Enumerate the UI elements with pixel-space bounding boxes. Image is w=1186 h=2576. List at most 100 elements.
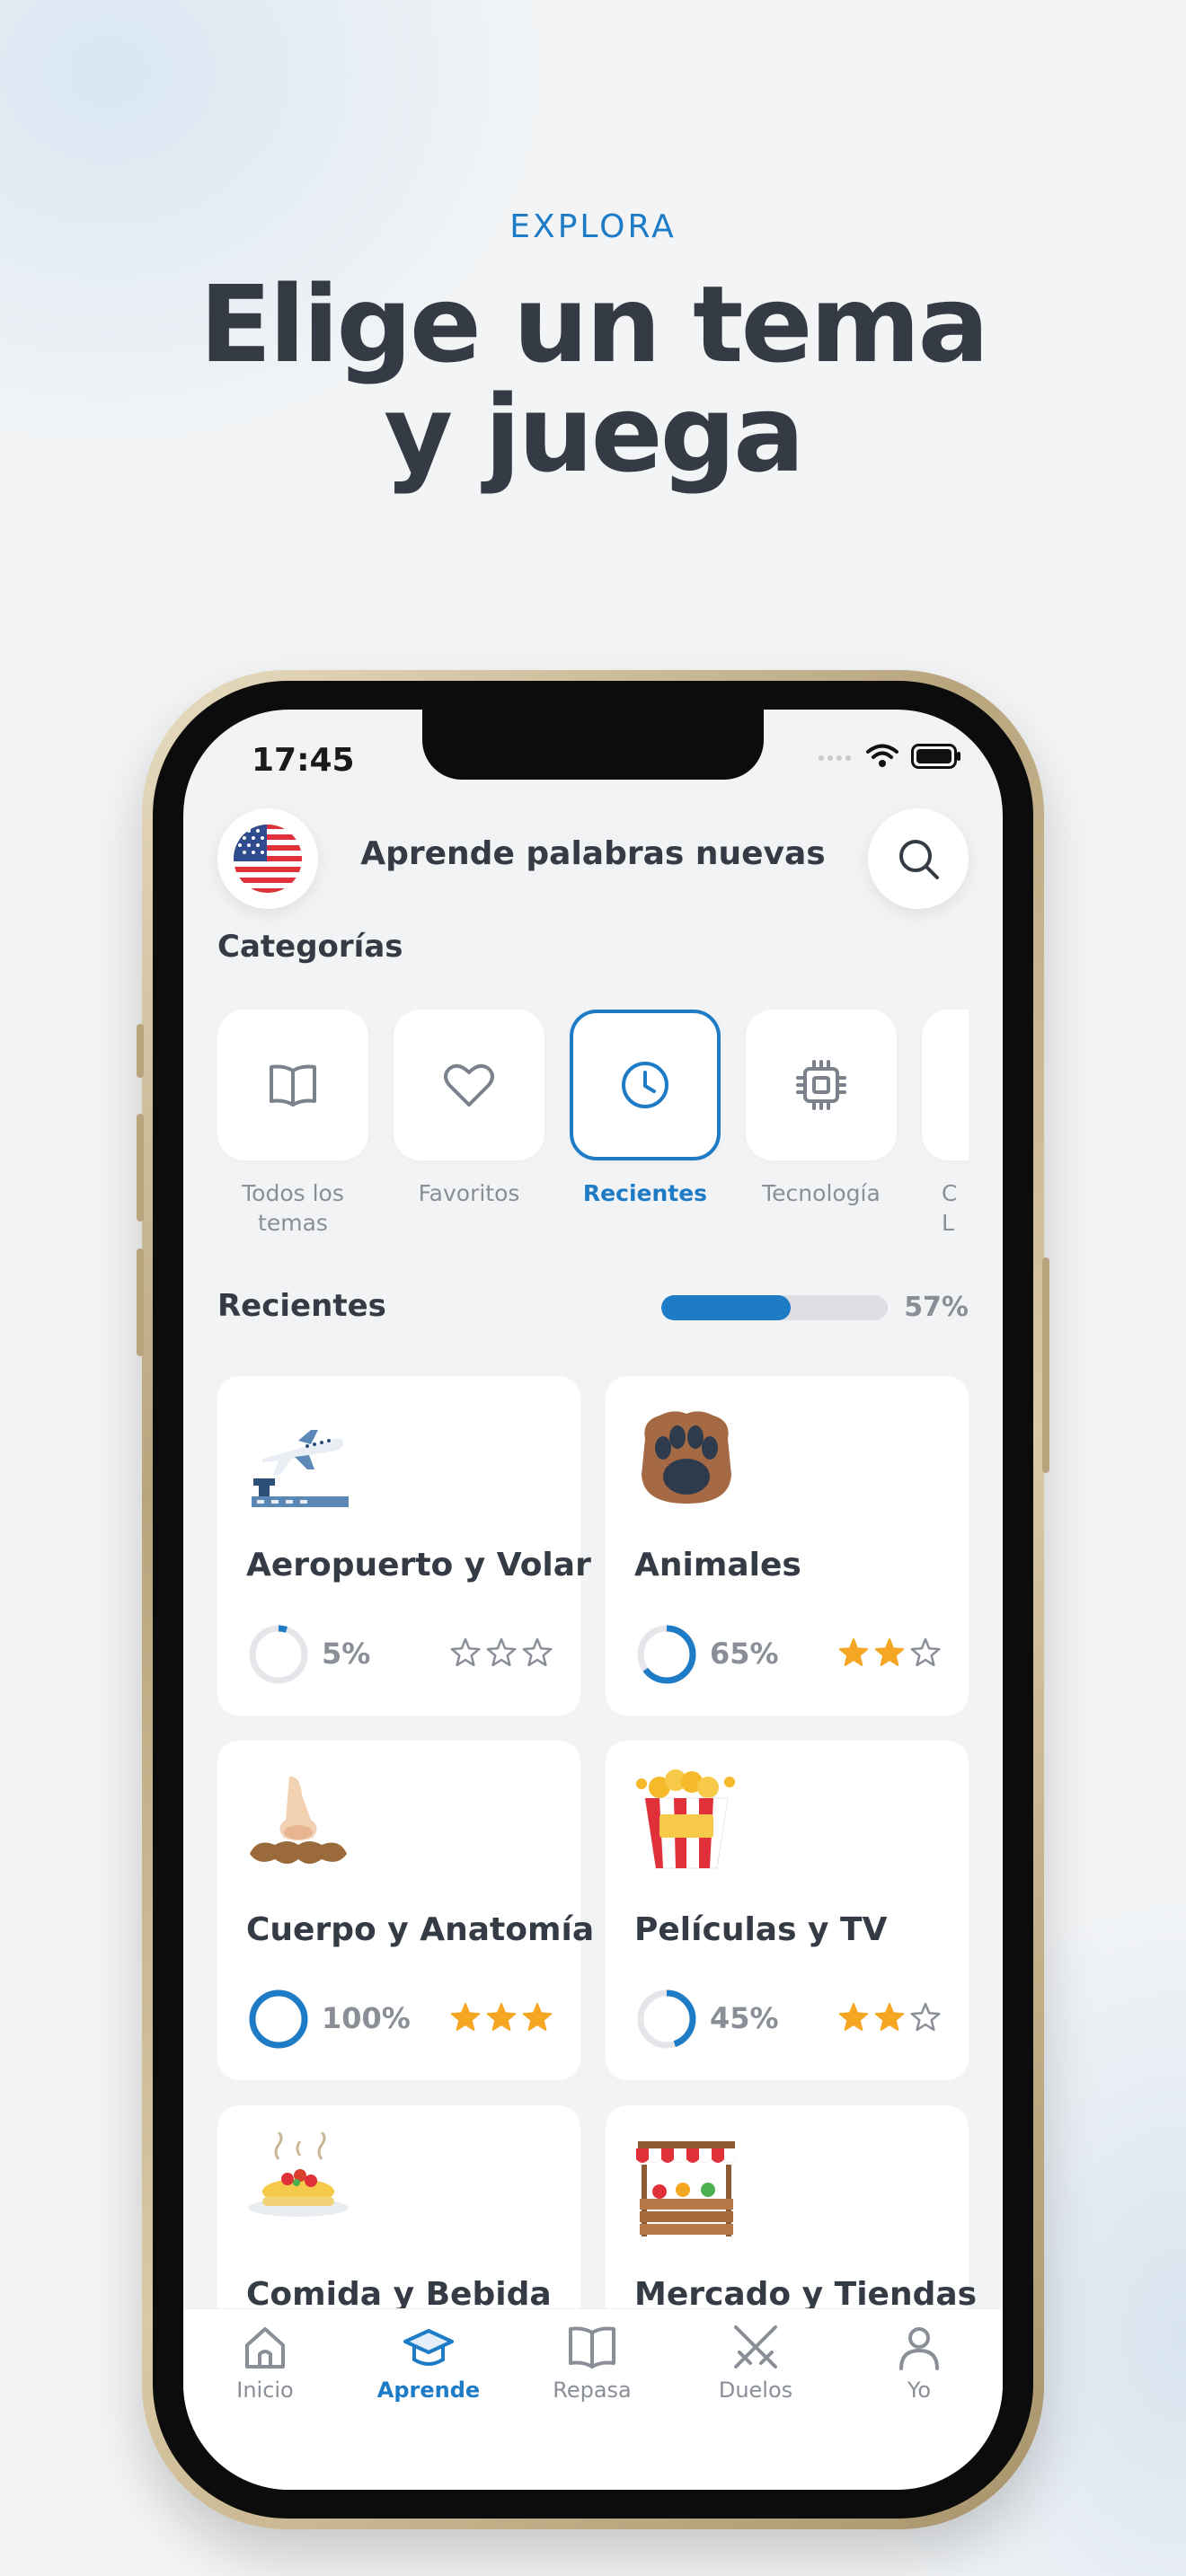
recent-progress-label: 57% xyxy=(904,1292,969,1323)
tab-bar: Inicio Aprende Repasa Duelos Yo xyxy=(183,2308,1003,2490)
star-empty-icon xyxy=(486,1637,517,1667)
tab-aprende[interactable]: Aprende xyxy=(347,2322,510,2403)
tab-duelos-label: Duelos xyxy=(718,2378,793,2403)
star-filled-icon xyxy=(874,1638,905,1666)
category-all-topics-label: Todos los temas xyxy=(242,1180,344,1236)
heart-icon xyxy=(444,1063,494,1107)
book-icon xyxy=(270,1064,316,1107)
star-rating xyxy=(449,1636,553,1669)
topic-card-title: Aeropuerto y Volar xyxy=(246,1547,591,1584)
phone-volume-up xyxy=(137,1114,144,1222)
category-favorites[interactable]: Favoritos xyxy=(394,1010,544,1208)
topic-progress-label: 100% xyxy=(322,2001,411,2035)
clock-icon xyxy=(622,1062,668,1108)
category-favorites-tile[interactable] xyxy=(394,1010,544,1160)
promo-headline-line1: Elige un tema xyxy=(199,262,989,386)
topic-progress-label: 65% xyxy=(710,1636,779,1671)
tab-inicio-label: Inicio xyxy=(236,2378,294,2403)
category-recent[interactable]: Recientes xyxy=(570,1010,721,1208)
promo-headline-line2: y juega xyxy=(384,372,805,496)
progress-ring xyxy=(637,1625,696,1684)
category-recent-label: Recientes xyxy=(582,1180,708,1206)
graduation-cap-icon xyxy=(403,2329,454,2366)
star-empty-icon xyxy=(910,1637,941,1667)
category-technology-label: Tecnología xyxy=(762,1180,881,1206)
chip-icon xyxy=(796,1060,846,1110)
promo-headline: Elige un tema y juega xyxy=(0,269,1186,489)
category-partial-label: C L xyxy=(942,1180,958,1236)
tab-repasa[interactable]: Repasa xyxy=(510,2322,674,2403)
notch xyxy=(422,710,764,780)
topic-card-animals[interactable]: Animales 65% xyxy=(606,1376,969,1716)
categories-title: Categorías xyxy=(217,929,403,965)
recent-title: Recientes xyxy=(217,1288,386,1324)
progress-ring xyxy=(249,1989,308,2049)
person-icon xyxy=(899,2327,939,2370)
home-icon xyxy=(245,2327,285,2369)
star-filled-icon xyxy=(874,2003,905,2031)
topic-card-title: Cuerpo y Anatomía xyxy=(246,1911,595,1948)
progress-ring-track xyxy=(249,1625,308,1684)
topic-card-title: Animales xyxy=(634,1547,801,1584)
category-favorites-label: Favoritos xyxy=(418,1180,520,1206)
phone-side-button xyxy=(137,1024,144,1078)
topic-progress-label: 5% xyxy=(322,1636,371,1671)
star-empty-icon xyxy=(910,2002,941,2032)
wifi-icon xyxy=(866,744,898,767)
tab-repasa-label: Repasa xyxy=(553,2378,632,2403)
topic-card-title: Películas y TV xyxy=(634,1911,888,1948)
crossed-swords-icon xyxy=(734,2325,777,2369)
star-rating xyxy=(837,1636,942,1669)
category-recent-tile[interactable] xyxy=(570,1010,721,1160)
star-filled-icon xyxy=(486,2003,517,2031)
app-screen: 17:45 Aprende palabras nuevas Categorías… xyxy=(183,710,1003,2490)
search-icon xyxy=(899,840,939,879)
recent-progress-bar xyxy=(661,1295,888,1320)
top-bar: Aprende palabras nuevas xyxy=(183,808,1003,909)
phone-power-button xyxy=(1042,1257,1049,1473)
tab-duelos[interactable]: Duelos xyxy=(674,2322,837,2403)
airplane-icon xyxy=(252,1430,349,1507)
tab-aprende-label: Aprende xyxy=(376,2378,481,2403)
progress-ring xyxy=(637,1989,696,2049)
topic-card-title: Mercado y Tiendas xyxy=(634,2276,978,2313)
star-filled-icon xyxy=(838,2003,869,2031)
category-all-topics[interactable]: Todos los temas xyxy=(217,1010,368,1238)
star-rating xyxy=(837,2001,942,2033)
signal-icon xyxy=(819,755,851,761)
star-filled-icon xyxy=(838,1638,869,1666)
promo-kicker: EXPLORA xyxy=(509,208,677,245)
star-filled-icon xyxy=(522,2003,553,2031)
market-stall-icon xyxy=(636,2141,737,2236)
star-rating xyxy=(449,2001,553,2033)
recent-progress-fill xyxy=(661,1295,791,1320)
topic-progress-label: 45% xyxy=(710,2001,779,2035)
search-button[interactable] xyxy=(868,808,969,909)
category-technology[interactable]: Tecnología xyxy=(746,1010,897,1208)
topic-card-body[interactable]: Cuerpo y Anatomía 100% xyxy=(217,1741,594,2080)
tab-inicio[interactable]: Inicio xyxy=(183,2322,347,2403)
topic-card-movies[interactable]: Películas y TV 45% xyxy=(606,1741,969,2080)
food-icon xyxy=(248,2132,349,2217)
category-all-topics-tile[interactable] xyxy=(217,1010,368,1160)
topic-card-title: Comida y Bebida xyxy=(246,2276,552,2313)
star-filled-icon xyxy=(450,2003,481,2031)
topic-card-airport[interactable]: Aeropuerto y Volar 5% xyxy=(217,1376,591,1716)
paw-icon xyxy=(642,1411,731,1504)
categories-row: Todos los temas Favoritos Recientes Tecn… xyxy=(217,1010,969,1270)
open-book-icon xyxy=(569,2326,615,2369)
phone-volume-down xyxy=(137,1248,144,1356)
progress-ring-fill xyxy=(249,1989,308,2049)
status-icons xyxy=(818,744,961,769)
tab-yo-label: Yo xyxy=(907,2378,932,2403)
category-technology-tile[interactable] xyxy=(746,1010,897,1160)
progress-ring xyxy=(249,1625,308,1684)
category-partial[interactable]: C L xyxy=(922,1010,969,1238)
popcorn-icon xyxy=(636,1769,735,1869)
star-empty-icon xyxy=(522,1637,553,1667)
battery-icon xyxy=(911,744,960,769)
tab-yo[interactable]: Yo xyxy=(837,2322,1001,2403)
star-empty-icon xyxy=(450,1637,481,1667)
nose-icon xyxy=(250,1776,347,1864)
category-partial-tile[interactable] xyxy=(922,1010,969,1160)
